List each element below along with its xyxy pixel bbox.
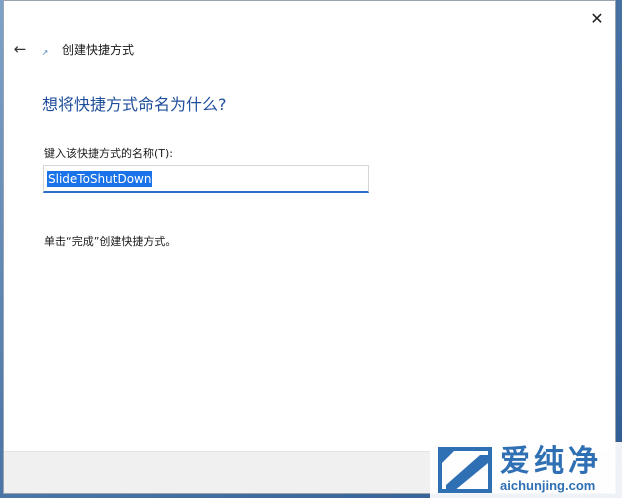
shortcut-icon: ↗: [41, 47, 49, 57]
back-button[interactable]: ←: [10, 39, 30, 59]
dialog-title: 创建快捷方式: [62, 43, 135, 57]
close-icon: ✕: [590, 8, 604, 28]
shortcut-name-value: SlideToShutDown: [47, 170, 153, 187]
page-heading: 想将快捷方式命名为什么?: [42, 95, 227, 114]
close-button[interactable]: ✕: [579, 1, 615, 35]
watermark: 爱纯净 aichunjing.com: [430, 442, 622, 498]
watermark-text: 爱纯净: [500, 444, 602, 479]
watermark-logo-icon: [438, 447, 492, 493]
shortcut-name-label: 键入该快捷方式的名称(T):: [44, 147, 174, 160]
create-shortcut-window: ✕ ← ↗ 创建快捷方式 想将快捷方式命名为什么? 键入该快捷方式的名称(T):…: [3, 0, 616, 494]
finish-instruction: 单击“完成”创建快捷方式。: [44, 235, 177, 248]
back-arrow-icon: ←: [13, 40, 27, 58]
watermark-url: aichunjing.com: [500, 478, 596, 493]
shortcut-name-input[interactable]: SlideToShutDown: [43, 165, 369, 193]
